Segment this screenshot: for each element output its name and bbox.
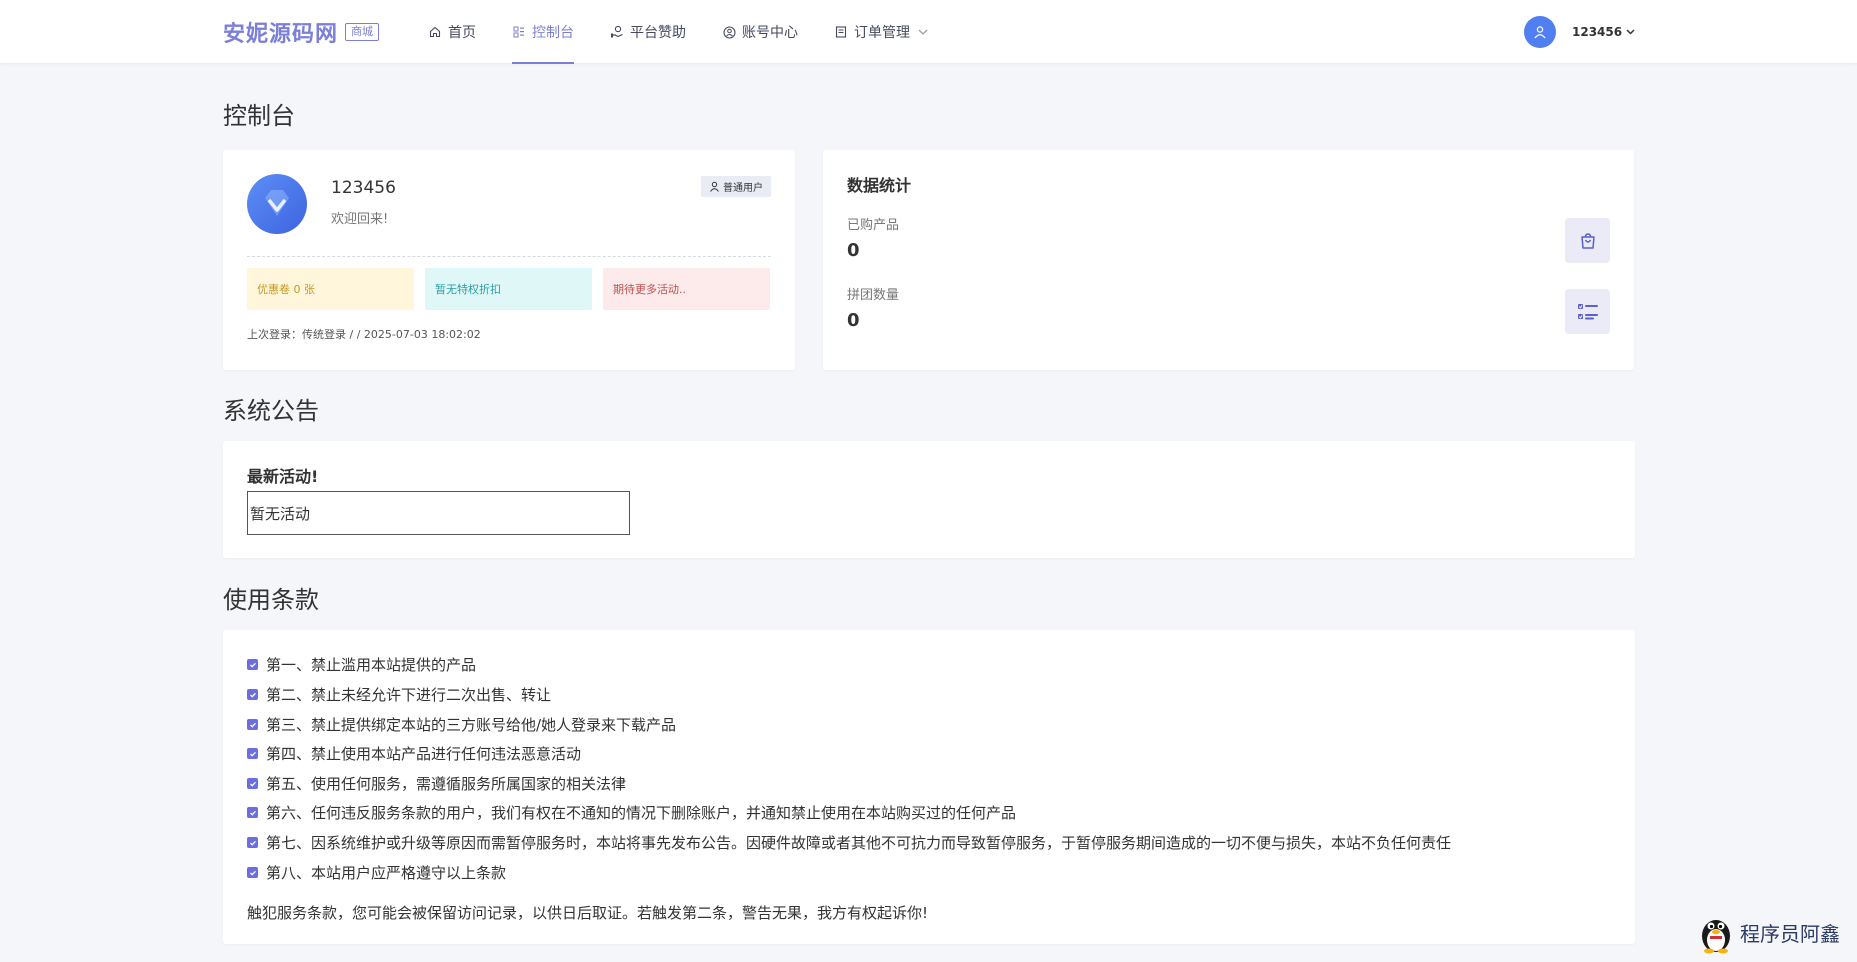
donate-icon [610,25,624,39]
terms-warning-note: 触犯服务条款，您可能会被保留访问记录，以供日后取证。若触发第二条，警告无果，我方… [247,904,929,922]
term-item: 第三、禁止提供绑定本站的三方账号给他/她人登录来下载产品 [247,714,676,735]
term-item: 第六、任何违反服务条款的用户，我们有权在不通知的情况下删除账户，并通知禁止使用在… [247,802,1016,823]
nav-label: 账号中心 [742,25,798,41]
nav-item-donate[interactable]: 平台赞助 [610,0,686,64]
nav-item-account[interactable]: 账号中心 [722,0,798,64]
user-icon [709,181,720,192]
checkbox-checked-icon [247,748,258,759]
term-text: 第五、使用任何服务，需遵循服务所属国家的相关法律 [266,775,627,793]
nav-label: 订单管理 [854,25,910,41]
stats-title: 数据统计 [847,176,912,195]
stat-value: 0 [847,240,860,261]
term-text: 第一、禁止滥用本站提供的产品 [266,656,477,674]
term-item: 第一、禁止滥用本站提供的产品 [247,654,476,675]
term-item: 第四、禁止使用本站产品进行任何违法恶意活动 [247,743,581,764]
vip-diamond-avatar [247,174,307,234]
divider [247,256,771,257]
discount-pill[interactable]: 暂无特权折扣 [425,268,592,310]
main-nav: 首页 控制台 平台赞助 账号中心 订单管理 [428,0,964,64]
term-text: 第六、任何违反服务条款的用户，我们有权在不通知的情况下删除账户，并通知禁止使用在… [266,804,1017,822]
home-icon [428,25,442,39]
account-icon [722,25,736,39]
brand-name[interactable]: 安妮源码网 [223,16,338,48]
term-text: 第三、禁止提供绑定本站的三方账号给他/她人登录来下载产品 [266,716,677,734]
checkbox-checked-icon [247,778,258,789]
stat-value: 0 [847,310,860,331]
checkbox-checked-icon [247,867,258,878]
nav-label: 控制台 [532,25,574,41]
term-item: 第五、使用任何服务，需遵循服务所属国家的相关法律 [247,773,626,794]
announcement-card: 最新活动! 暂无活动 [223,441,1635,558]
profile-card: 123456 欢迎回来! 普通用户 优惠卷 0 张 暂无特权折扣 期待更多活动.… [223,150,795,370]
terms-card: 第一、禁止滥用本站提供的产品 第二、禁止未经允许下进行二次出售、转让 第三、禁止… [223,630,1635,944]
checkbox-checked-icon [247,689,258,700]
coupon-pill[interactable]: 优惠卷 0 张 [247,268,414,310]
terms-section-title: 使用条款 [223,586,319,614]
role-badge: 普通用户 [701,176,771,197]
watermark: 程序员阿鑫 [1694,910,1840,954]
welcome-text: 欢迎回来! [331,212,389,227]
user-avatar-icon[interactable] [1524,16,1556,48]
chevron-down-icon [918,27,928,38]
term-item: 第八、本站用户应严格遵守以上条款 [247,862,506,883]
user-menu[interactable]: 123456 [1524,16,1635,48]
profile-username: 123456 [331,178,396,198]
term-text: 第四、禁止使用本站产品进行任何违法恶意活动 [266,745,582,763]
checkbox-checked-icon [247,719,258,730]
checklist-icon [1565,289,1610,334]
dashboard-icon [512,25,526,39]
role-label: 普通用户 [723,183,763,194]
chevron-down-icon[interactable] [1626,27,1635,38]
stat-label: 已购产品 [847,218,900,233]
penguin-mascot-icon [1694,910,1738,954]
term-text: 第八、本站用户应严格遵守以上条款 [266,864,507,882]
brand-badge: 商城 [345,23,380,41]
last-login-text: 上次登录：传统登录 / / 2025-07-03 18:02:02 [247,328,481,341]
announcement-content: 暂无活动 [247,491,630,535]
announcement-title: 最新活动! [247,467,319,486]
nav-label: 首页 [448,25,476,41]
checkbox-checked-icon [247,837,258,848]
announcement-section-title: 系统公告 [223,397,319,425]
term-item: 第二、禁止未经允许下进行二次出售、转让 [247,684,551,705]
user-name[interactable]: 123456 [1572,25,1622,39]
term-item: 第七、因系统维护或升级等原因而需暂停服务时，本站将事先发布公告。因硬件故障或者其… [247,832,1451,853]
checkbox-checked-icon [247,807,258,818]
order-icon [834,25,848,39]
watermark-text: 程序员阿鑫 [1740,921,1840,946]
activity-pill[interactable]: 期待更多活动.. [603,268,770,310]
page-title: 控制台 [223,102,295,130]
term-text: 第二、禁止未经允许下进行二次出售、转让 [266,686,552,704]
nav-item-orders[interactable]: 订单管理 [834,0,928,64]
nav-item-dashboard[interactable]: 控制台 [512,0,574,64]
nav-item-home[interactable]: 首页 [428,0,476,64]
brand-logo[interactable]: 安妮源码网 商城 [223,16,380,48]
nav-label: 平台赞助 [630,25,686,41]
shopping-bag-icon [1565,218,1610,263]
stat-label: 拼团数量 [847,288,900,303]
stats-card: 数据统计 已购产品 0 拼团数量 0 [823,150,1634,370]
top-navbar: 安妮源码网 商城 首页 控制台 平台赞助 账号中心 订单管理 123456 [0,0,1857,64]
checkbox-checked-icon [247,659,258,670]
term-text: 第七、因系统维护或升级等原因而需暂停服务时，本站将事先发布公告。因硬件故障或者其… [266,834,1452,852]
